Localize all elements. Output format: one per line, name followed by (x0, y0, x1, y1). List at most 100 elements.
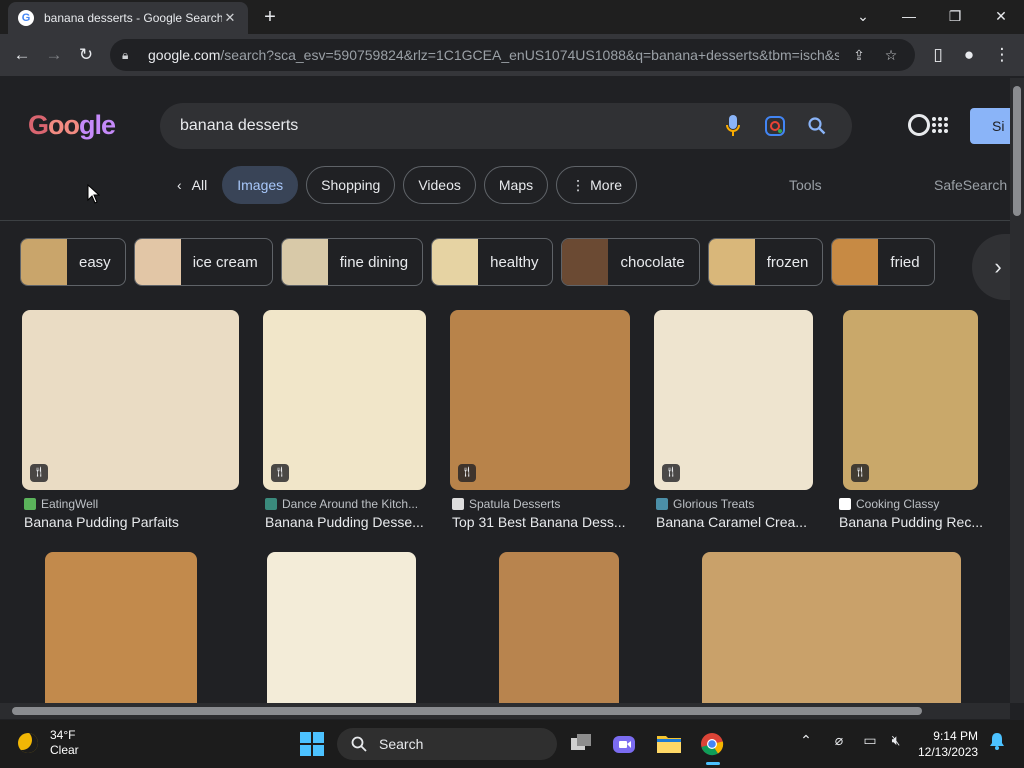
weather-text: 34°F Clear (50, 728, 79, 758)
search-box[interactable]: banana desserts (160, 103, 852, 149)
result-image[interactable]: 🍴︎ (843, 310, 978, 490)
close-window-button[interactable]: ✕ (978, 4, 1024, 28)
new-tab-button[interactable]: + (258, 6, 282, 28)
taskbar-search-icon (351, 736, 367, 752)
video-chat-icon[interactable] (612, 732, 638, 756)
chip-easy[interactable]: easy (20, 238, 126, 286)
tab-shopping[interactable]: Shopping (306, 166, 396, 204)
browser-menu-icon[interactable]: ⋮ (988, 41, 1016, 69)
restore-button[interactable]: ❐ (932, 4, 978, 28)
result-image[interactable]: 🍴︎ (22, 310, 239, 490)
scrollbar-thumb[interactable] (1013, 86, 1021, 216)
result-title[interactable]: Banana Caramel Crea... (656, 514, 816, 530)
start-windows-icon[interactable] (300, 732, 326, 756)
share-icon[interactable]: ⇪ (847, 47, 871, 64)
tab-maps[interactable]: Maps (483, 166, 549, 204)
result-title[interactable]: Banana Pudding Parfaits (24, 514, 241, 530)
chip-label: easy (79, 253, 111, 271)
recipe-utensils-icon: 🍴︎ (30, 464, 48, 482)
result-image[interactable] (267, 552, 416, 703)
meet-now-icon[interactable]: ⌀ (828, 732, 850, 749)
site-favicon-icon (24, 498, 36, 510)
logo-letter-g: G (28, 110, 49, 140)
vertical-scrollbar[interactable] (1010, 78, 1024, 703)
clock[interactable]: 9:14 PM 12/13/2023 (918, 728, 978, 760)
result-source[interactable]: EatingWell (24, 497, 98, 511)
url-path: /search?sca_esv=590759824&rlz=1C1GCEA_en… (220, 47, 839, 63)
result-title[interactable]: Top 31 Best Banana Dess... (452, 514, 632, 530)
tray-overflow-chevron-icon[interactable]: ⌃ (795, 732, 817, 749)
result-source[interactable]: Cooking Classy (839, 497, 939, 511)
tools-button[interactable]: Tools (789, 177, 822, 193)
tab-search-icon[interactable]: ⌄ (840, 4, 886, 28)
reload-icon[interactable]: ↻ (72, 41, 100, 69)
chip-frozen[interactable]: frozen (707, 238, 824, 286)
moon-icon (18, 733, 38, 753)
tab-close-icon[interactable]: ✕ (222, 10, 238, 26)
chip-chocolate[interactable]: chocolate (561, 238, 700, 286)
minimize-button[interactable]: — (886, 4, 932, 28)
file-explorer-icon[interactable] (656, 732, 682, 756)
logo-letters-gle: gle (79, 110, 116, 140)
display-icon[interactable]: ▭ (859, 732, 881, 749)
chip-fine-dining[interactable]: fine dining (280, 238, 424, 286)
result-image[interactable] (45, 552, 197, 703)
tab-all[interactable]: ‹ All (170, 166, 214, 204)
microphone-icon[interactable] (718, 115, 748, 137)
back-arrow-icon[interactable]: ← (8, 41, 36, 69)
google-apps-icon[interactable] (932, 117, 948, 133)
result-source-name: Glorious Treats (673, 497, 755, 511)
result-image[interactable]: 🍴︎ (450, 310, 630, 490)
windows-taskbar: 34°F Clear Search ⌃ ⌀ ▭ 🔇︎ 9:14 PM 12/13… (0, 720, 1024, 768)
search-query[interactable]: banana desserts (180, 117, 706, 135)
result-image[interactable] (702, 552, 961, 703)
tab-more[interactable]: ⋮ More (556, 166, 638, 204)
chip-ice-cream[interactable]: ice cream (133, 238, 273, 286)
forward-arrow-icon[interactable]: → (40, 41, 68, 69)
tab-title: banana desserts - Google Search (44, 11, 222, 25)
result-image[interactable]: 🍴︎ (654, 310, 813, 490)
chip-thumbnail (134, 239, 181, 285)
chip-thumbnail (562, 239, 609, 285)
browser-tab[interactable]: G banana desserts - Google Search ✕ (8, 2, 248, 34)
result-image[interactable]: 🍴︎ (263, 310, 426, 490)
recipe-utensils-icon: 🍴︎ (458, 464, 476, 482)
tab-videos[interactable]: Videos (403, 166, 476, 204)
chip-healthy[interactable]: healthy (431, 238, 554, 286)
result-source[interactable]: Spatula Desserts (452, 497, 560, 511)
chip-fried[interactable]: fried (831, 238, 935, 286)
result-title[interactable]: Banana Pudding Rec... (839, 514, 984, 530)
google-logo[interactable]: Google (28, 110, 116, 141)
task-view-icon[interactable] (569, 732, 595, 756)
side-panel-icon[interactable]: ▯ (924, 41, 952, 69)
chrome-icon[interactable] (700, 732, 726, 765)
horizontal-scrollbar[interactable] (0, 703, 1010, 719)
settings-gear-icon[interactable] (908, 114, 930, 136)
taskbar-search[interactable]: Search (337, 728, 557, 760)
tab-all-label: All (191, 177, 208, 193)
volume-muted-icon[interactable]: 🔇︎ (885, 732, 907, 749)
google-lens-icon[interactable] (760, 116, 790, 136)
result-source[interactable]: Dance Around the Kitch... (265, 497, 418, 511)
result-source-name: Cooking Classy (856, 497, 940, 511)
weather-temperature: 34°F (50, 728, 76, 742)
result-title[interactable]: Banana Pudding Desse... (265, 514, 430, 530)
result-source[interactable]: Glorious Treats (656, 497, 754, 511)
site-favicon-icon (656, 498, 668, 510)
bookmark-star-icon[interactable]: ☆ (879, 47, 903, 64)
result-image[interactable] (499, 552, 619, 703)
more-dots-icon: ⋮ (571, 177, 586, 193)
profile-icon[interactable]: ● (955, 41, 983, 69)
tab-images[interactable]: Images (222, 166, 299, 204)
recipe-utensils-icon: 🍴︎ (271, 464, 289, 482)
chip-thumbnail (832, 239, 879, 285)
lock-icon: 🔒︎ (122, 47, 129, 62)
notification-bell-icon[interactable] (986, 732, 1008, 753)
search-icon[interactable] (802, 117, 832, 135)
scrollbar-thumb[interactable] (12, 707, 922, 715)
safesearch-button[interactable]: SafeSearch (934, 177, 1007, 193)
screen: G banana desserts - Google Search ✕ + ⌄ … (0, 0, 1024, 768)
address-bar[interactable]: 🔒︎ google.com/search?sca_esv=590759824&r… (110, 39, 915, 71)
weather-widget[interactable]: 34°F Clear (18, 728, 79, 758)
recipe-utensils-icon: 🍴︎ (851, 464, 869, 482)
